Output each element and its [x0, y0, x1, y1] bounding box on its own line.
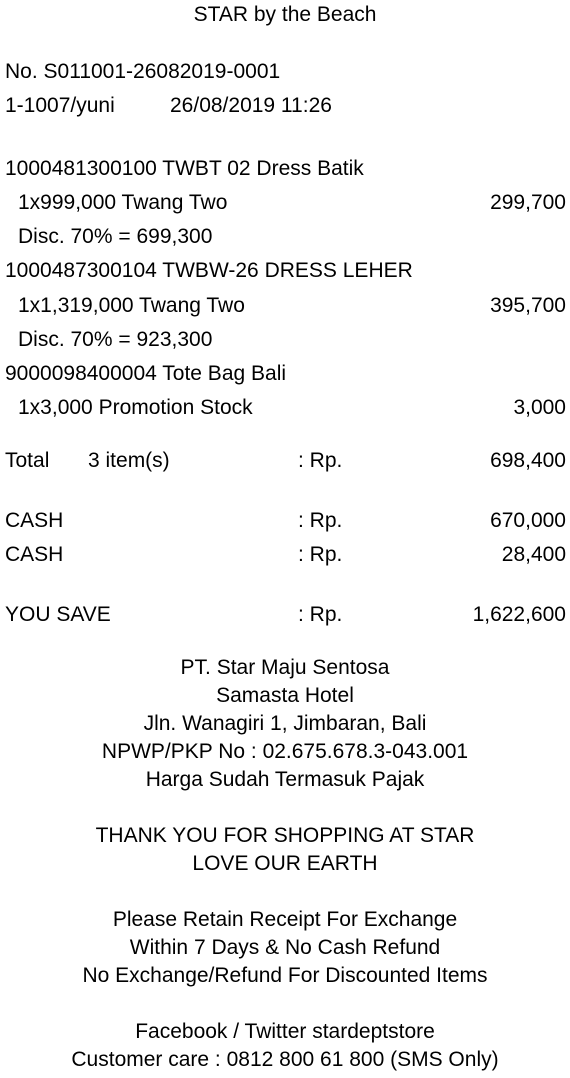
store-name: STAR by the Beach [193, 3, 377, 26]
slogan: LOVE OUR EARTH [192, 852, 378, 875]
transaction-datetime: 26/08/2019 11:26 [170, 94, 332, 117]
item-qty-price: 1x1,319,000 Twang Two [18, 294, 245, 317]
exchange-policy: No Exchange/Refund For Discounted Items [82, 964, 488, 987]
receipt-number: No. S011001-26082019-0001 [5, 60, 281, 83]
savings-label: YOU SAVE [5, 603, 111, 626]
social-media: Facebook / Twitter stardeptstore [135, 1020, 435, 1043]
item-qty-price: 1x999,000 Twang Two [18, 191, 228, 214]
savings-currency: : Rp. [298, 603, 343, 626]
item-amount: 299,700 [490, 191, 566, 214]
savings-amount: 1,622,600 [472, 603, 566, 626]
company-name: PT. Star Maju Sentosa [180, 656, 390, 679]
item-discount: Disc. 70% = 699,300 [18, 225, 213, 248]
total-label: Total [5, 449, 50, 472]
tax-id: NPWP/PKP No : 02.675.678.3-043.001 [101, 740, 469, 763]
item-amount: 395,700 [490, 294, 566, 317]
store-address: Jln. Wanagiri 1, Jimbaran, Bali [143, 712, 427, 735]
payment-amount: 670,000 [490, 509, 566, 532]
item-description: 9000098400004 Tote Bag Bali [5, 362, 287, 385]
customer-care: Customer care : 0812 800 61 800 (SMS Onl… [71, 1048, 499, 1071]
item-description: 1000487300104 TWBW-26 DRESS LEHER [5, 259, 413, 282]
payment-label: CASH [5, 543, 64, 566]
receipt: STAR by the Beach No. S011001-26082019-0… [0, 0, 570, 1078]
exchange-policy: Within 7 Days & No Cash Refund [129, 936, 441, 959]
item-description: 1000481300100 TWBT 02 Dress Batik [5, 157, 364, 180]
hotel-name: Samasta Hotel [216, 684, 354, 707]
payment-currency: : Rp. [298, 509, 343, 532]
total-currency: : Rp. [298, 449, 343, 472]
item-qty-price: 1x3,000 Promotion Stock [18, 396, 253, 419]
total-amount: 698,400 [490, 449, 566, 472]
cashier-id: 1-1007/yuni [5, 94, 115, 117]
payment-currency: : Rp. [298, 543, 343, 566]
total-item-count: 3 item(s) [88, 449, 170, 472]
payment-label: CASH [5, 509, 64, 532]
tax-note: Harga Sudah Termasuk Pajak [145, 768, 425, 791]
item-discount: Disc. 70% = 923,300 [18, 328, 213, 351]
exchange-policy: Please Retain Receipt For Exchange [112, 908, 458, 931]
thank-you-message: THANK YOU FOR SHOPPING AT STAR [95, 824, 475, 847]
payment-amount: 28,400 [501, 543, 566, 566]
item-amount: 3,000 [513, 396, 566, 419]
